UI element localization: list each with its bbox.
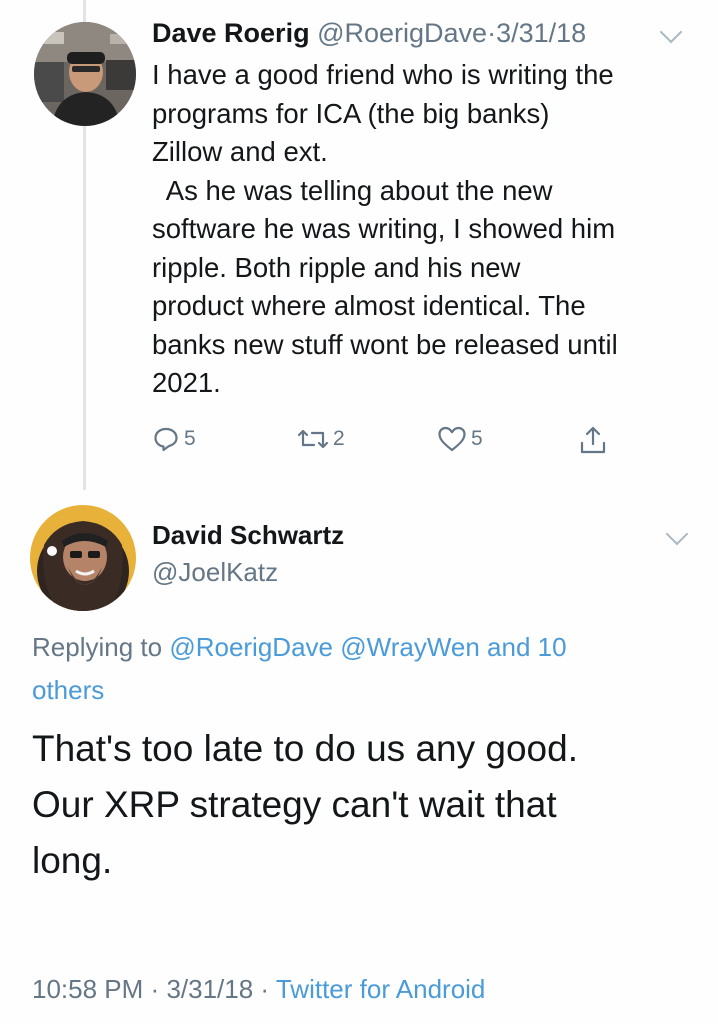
tweet1-line: product where almost identical. The — [152, 290, 586, 321]
like-button[interactable]: 5 — [437, 425, 483, 453]
like-icon — [438, 426, 466, 452]
retweet-icon — [297, 429, 329, 449]
reply-button[interactable]: 5 — [152, 425, 196, 453]
mention-others-link[interactable]: others — [32, 675, 104, 705]
reply-count: 5 — [184, 427, 196, 450]
tweet1-line: software he was writing, I showed him — [152, 213, 616, 244]
avatar-dave-roerig[interactable] — [34, 22, 136, 126]
chevron-down-icon[interactable] — [665, 522, 689, 546]
mention-others-link[interactable]: and 10 — [487, 632, 567, 662]
tweet1-line: programs for ICA (the big banks) — [152, 97, 550, 129]
tweet1-line: I have a good friend who is writing the — [152, 59, 614, 90]
tweet1-line: Zillow and ext. — [152, 136, 328, 167]
tweet1-actions: 5 2 5 — [0, 425, 718, 465]
tweet2-body: That's too late to do us any good. Our X… — [32, 721, 702, 889]
share-button[interactable] — [578, 425, 612, 455]
reply-icon — [154, 427, 178, 452]
retweet-button[interactable]: 2 — [297, 425, 345, 453]
tweet1-handle[interactable]: @RoerigDave — [317, 18, 487, 48]
tweet2-footer: 10:58 PM · 3/31/18 · Twitter for Android — [32, 974, 485, 1005]
tweet2-date: 3/31/18 — [166, 974, 254, 1004]
replying-to-prefix: Replying to — [32, 632, 163, 662]
tweet1-line: banks new stuff wont be released until — [152, 328, 618, 360]
tweet1-line: 2021. — [152, 367, 221, 398]
tweet1-body: I have a good friend who is writing the … — [152, 56, 712, 403]
tweet2-time: 10:58 PM — [32, 974, 144, 1004]
tweet2-handle[interactable]: @JoelKatz — [152, 557, 278, 588]
tweet2-separator: · — [260, 974, 270, 1004]
like-count: 5 — [471, 427, 483, 450]
replying-to: Replying to @RoerigDave @WrayWen and 10 … — [32, 626, 682, 712]
avatar-david-schwartz[interactable] — [30, 505, 136, 611]
mention-link[interactable]: @WrayWen — [340, 632, 480, 662]
tweet1-date[interactable]: 3/31/18 — [496, 18, 586, 48]
mention-link[interactable]: @RoerigDave — [169, 632, 333, 662]
chevron-down-icon[interactable] — [659, 20, 683, 44]
tweet2-author-name[interactable]: David Schwartz — [152, 520, 344, 551]
tweet2-line: Our XRP strategy can't wait that — [32, 784, 557, 825]
tweet1-separator: · — [487, 18, 497, 48]
tweet1-line: As he was telling about the new — [152, 174, 553, 206]
tweet2-line: That's too late to do us any good. — [32, 728, 578, 769]
tweet2-line: long. — [32, 840, 113, 881]
share-icon — [580, 426, 606, 454]
tweet2-separator: · — [150, 974, 160, 1004]
tweet1-line: ripple. Both ripple and his new — [152, 251, 521, 283]
tweet1-header: Dave Roerig @RoerigDave·3/31/18 — [152, 18, 586, 49]
tweet2-source-link[interactable]: Twitter for Android — [276, 974, 486, 1004]
tweet1-author-name[interactable]: Dave Roerig — [152, 18, 310, 48]
retweet-count: 2 — [333, 427, 345, 450]
